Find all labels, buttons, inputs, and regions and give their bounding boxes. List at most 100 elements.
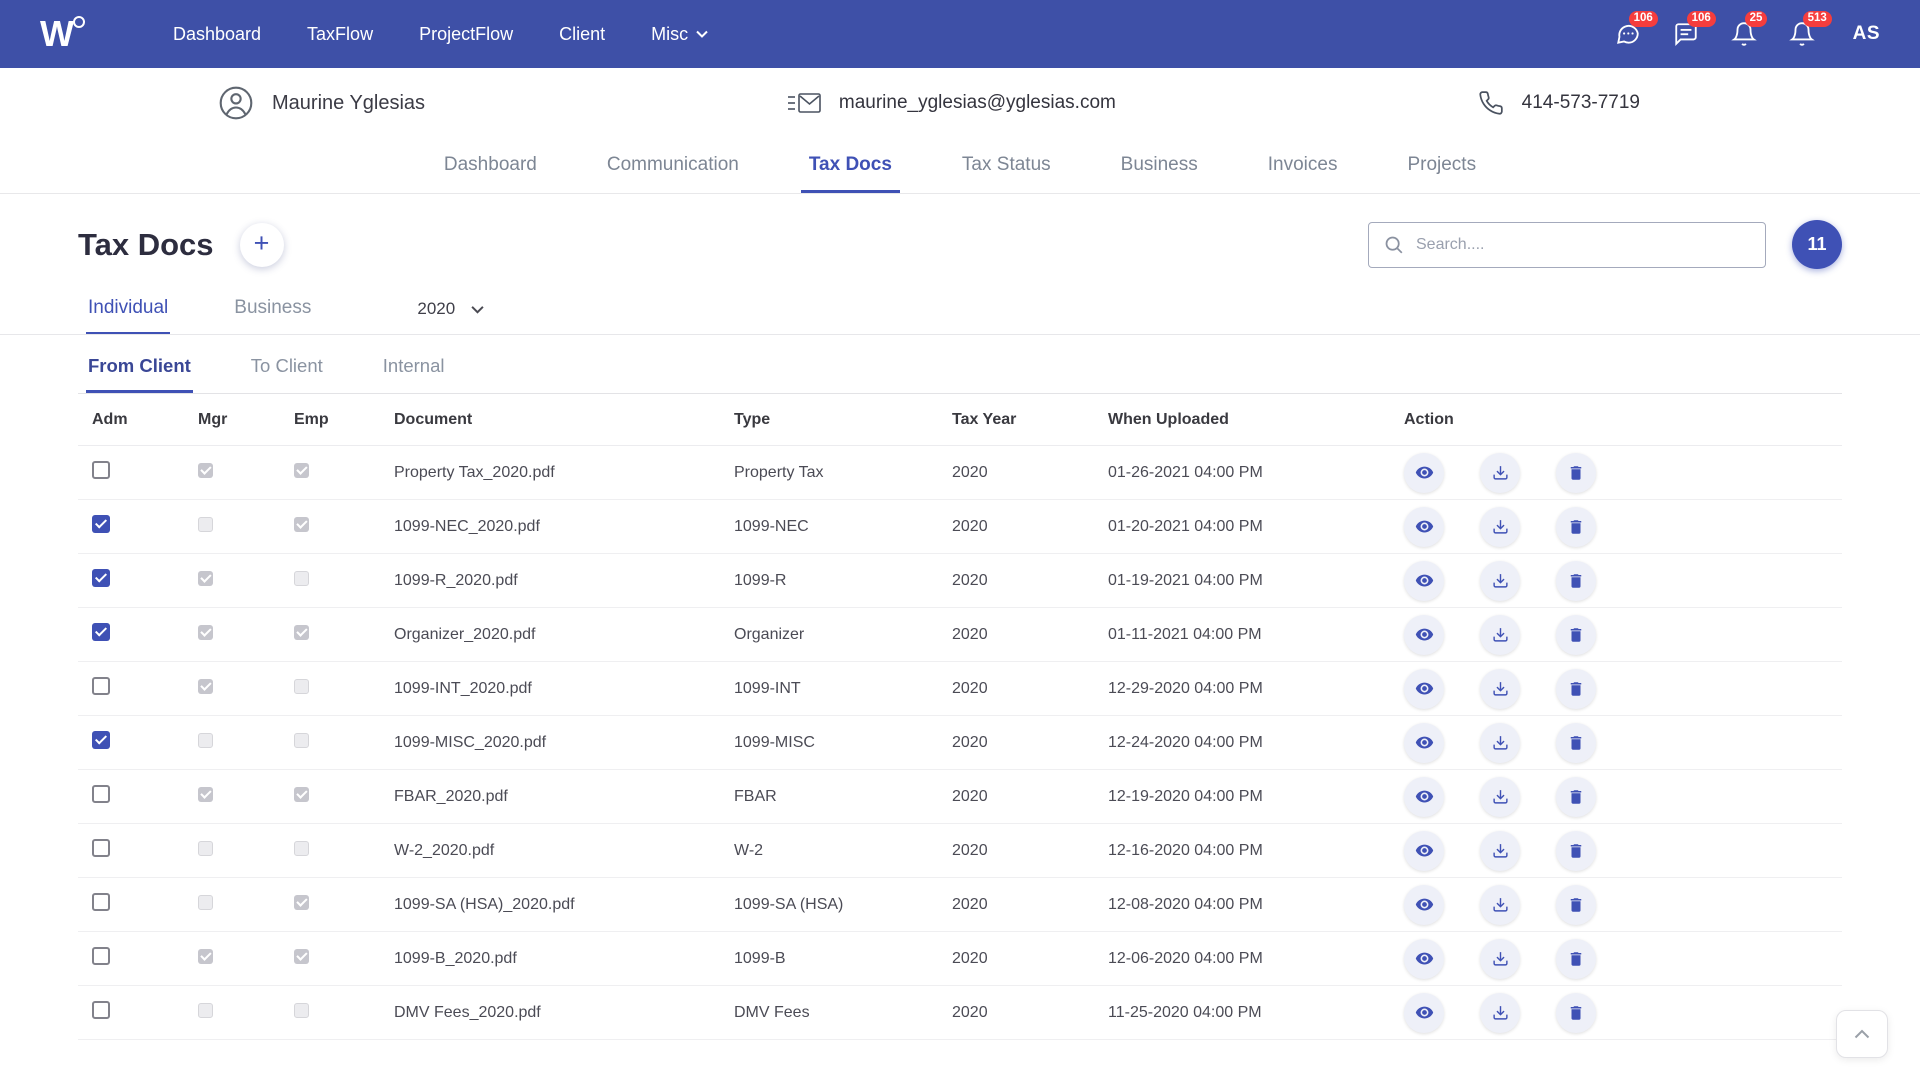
tab-to-client[interactable]: To Client (249, 335, 325, 393)
table-row: 1099-NEC_2020.pdf 1099-NEC 2020 01-20-20… (78, 500, 1842, 554)
download-button[interactable] (1480, 830, 1520, 871)
tab-tax-status[interactable]: Tax Status (954, 138, 1059, 193)
chat-lines-icon[interactable]: 106 (1673, 11, 1716, 47)
adm-checkbox[interactable] (92, 623, 110, 641)
tab-projects[interactable]: Projects (1399, 138, 1484, 193)
tab-business[interactable]: Business (1113, 138, 1206, 193)
search-input[interactable] (1414, 234, 1751, 255)
delete-button[interactable] (1556, 884, 1596, 925)
document-type: W-2 (734, 841, 764, 859)
document-count-badge[interactable]: 11 (1792, 220, 1842, 269)
view-button[interactable] (1404, 830, 1444, 871)
nav-projectflow[interactable]: ProjectFlow (419, 24, 513, 45)
view-button[interactable] (1404, 614, 1444, 655)
eye-icon (1415, 952, 1433, 965)
delete-button[interactable] (1556, 776, 1596, 817)
adm-checkbox[interactable] (92, 569, 110, 587)
bell-icon[interactable]: 513 (1788, 11, 1832, 47)
view-button[interactable] (1404, 452, 1444, 493)
tab-invoices[interactable]: Invoices (1260, 138, 1346, 193)
document-name: Organizer_2020.pdf (394, 625, 536, 643)
col-when-uploaded: When Uploaded (1108, 410, 1229, 428)
search-box (1368, 221, 1766, 268)
adm-checkbox[interactable] (92, 893, 110, 911)
nav-client[interactable]: Client (559, 24, 605, 45)
view-button[interactable] (1404, 992, 1444, 1033)
col-action: Action (1404, 410, 1454, 428)
main-content: Tax Docs + 11 Individual Business 2020 F… (0, 220, 1920, 1040)
table-row: Property Tax_2020.pdf Property Tax 2020 … (78, 446, 1842, 500)
table-row: 1099-B_2020.pdf 1099-B 2020 12-06-2020 0… (78, 932, 1842, 986)
bell-icon[interactable]: 25 (1730, 11, 1768, 47)
nav-dashboard[interactable]: Dashboard (173, 24, 261, 45)
adm-checkbox[interactable] (92, 839, 110, 857)
download-button[interactable] (1480, 722, 1520, 763)
view-button[interactable] (1404, 506, 1444, 547)
mail-lines-icon (787, 93, 821, 113)
view-button[interactable] (1404, 884, 1444, 925)
download-button[interactable] (1480, 776, 1520, 817)
when-uploaded: 12-16-2020 04:00 PM (1108, 841, 1263, 859)
delete-button[interactable] (1556, 938, 1596, 979)
document-type: 1099-INT (734, 679, 801, 697)
adm-checkbox[interactable] (92, 731, 110, 749)
chat-dots-icon[interactable]: 106 (1615, 11, 1658, 47)
delete-button[interactable] (1556, 614, 1596, 655)
user-avatar[interactable]: AS (1853, 23, 1880, 45)
col-mgr: Mgr (198, 410, 228, 428)
delete-button[interactable] (1556, 722, 1596, 763)
download-button[interactable] (1480, 992, 1520, 1033)
year-select[interactable]: 2020 (417, 299, 484, 334)
add-document-button[interactable]: + (239, 222, 284, 267)
adm-checkbox[interactable] (92, 1001, 110, 1019)
app-logo[interactable]: W (40, 13, 85, 55)
tax-year: 2020 (952, 1003, 988, 1021)
download-button[interactable] (1480, 506, 1520, 547)
download-button[interactable] (1480, 938, 1520, 979)
download-button[interactable] (1480, 452, 1520, 493)
nav-misc[interactable]: Misc (651, 24, 708, 45)
when-uploaded: 01-19-2021 04:00 PM (1108, 571, 1263, 589)
view-button[interactable] (1404, 776, 1444, 817)
type-tabs-wrap: Individual Business 2020 (0, 291, 1920, 335)
adm-checkbox[interactable] (92, 677, 110, 695)
tab-communication[interactable]: Communication (599, 138, 747, 193)
emp-checkbox (294, 786, 309, 802)
document-name: 1099-NEC_2020.pdf (394, 517, 540, 535)
tab-internal[interactable]: Internal (381, 335, 447, 393)
delete-button[interactable] (1556, 506, 1596, 547)
delete-button[interactable] (1556, 830, 1596, 871)
download-button[interactable] (1480, 884, 1520, 925)
document-name: 1099-SA (HSA)_2020.pdf (394, 895, 575, 913)
document-name: 1099-R_2020.pdf (394, 571, 518, 589)
adm-checkbox[interactable] (92, 785, 110, 803)
download-button[interactable] (1480, 560, 1520, 601)
row-actions (1390, 506, 1842, 547)
emp-checkbox (294, 948, 309, 964)
tab-individual[interactable]: Individual (86, 291, 171, 334)
tab-tax-docs[interactable]: Tax Docs (800, 138, 900, 193)
delete-button[interactable] (1556, 560, 1596, 601)
document-type: Property Tax (734, 463, 824, 481)
document-type: 1099-R (734, 571, 787, 589)
adm-checkbox[interactable] (92, 461, 110, 479)
adm-checkbox[interactable] (92, 947, 110, 965)
tab-dashboard[interactable]: Dashboard (436, 138, 545, 193)
view-button[interactable] (1404, 938, 1444, 979)
scroll-to-top-button[interactable] (1836, 1010, 1888, 1058)
tab-from-client[interactable]: From Client (86, 335, 193, 393)
delete-button[interactable] (1556, 668, 1596, 709)
bell-badge: 25 (1744, 11, 1768, 27)
nav-taxflow[interactable]: TaxFlow (307, 24, 373, 45)
adm-checkbox[interactable] (92, 515, 110, 533)
document-type: 1099-B (734, 949, 786, 967)
download-button[interactable] (1480, 614, 1520, 655)
view-button[interactable] (1404, 722, 1444, 763)
view-button[interactable] (1404, 560, 1444, 601)
tab-business-docs[interactable]: Business (232, 291, 313, 334)
delete-button[interactable] (1556, 992, 1596, 1033)
delete-button[interactable] (1556, 452, 1596, 493)
download-button[interactable] (1480, 668, 1520, 709)
view-button[interactable] (1404, 668, 1444, 709)
col-emp: Emp (294, 410, 329, 428)
